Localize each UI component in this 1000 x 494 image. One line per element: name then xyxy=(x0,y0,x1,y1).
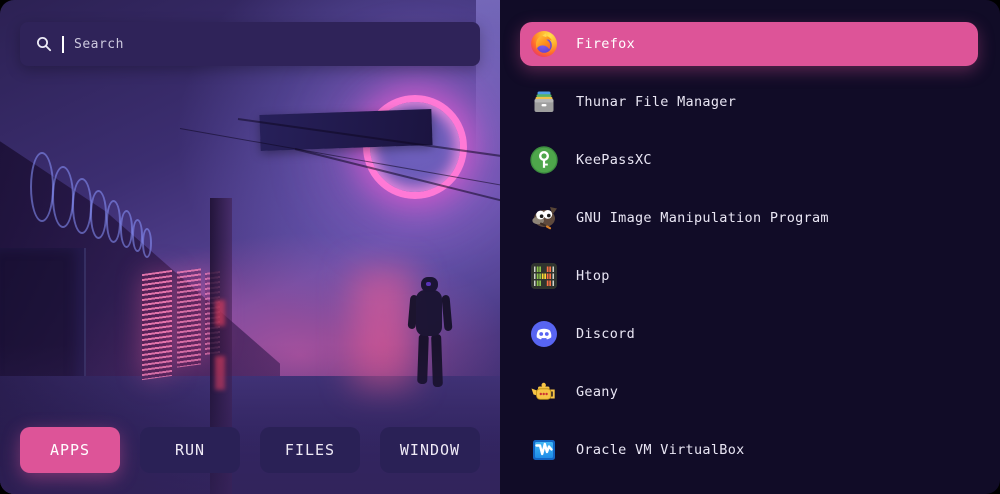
app-launcher-window: APPS RUN FILES WINDOW Firefox Thunar Fil… xyxy=(0,0,1000,494)
neon-ellipse xyxy=(30,152,54,222)
app-label: Thunar File Manager xyxy=(576,94,736,110)
search-input[interactable] xyxy=(74,37,464,52)
app-list-item[interactable]: Thunar File Manager xyxy=(520,80,978,124)
tab-run[interactable]: RUN xyxy=(140,427,240,473)
neon-ellipse xyxy=(90,190,107,239)
virtualbox-icon xyxy=(530,436,558,464)
app-label: Firefox xyxy=(576,36,635,52)
app-label: Discord xyxy=(576,326,635,342)
neon-ellipse xyxy=(72,178,92,234)
tab-label: FILES xyxy=(285,441,335,459)
app-list: Firefox Thunar File Manager KeePassXC GN… xyxy=(500,0,1000,494)
firefox-icon xyxy=(530,30,558,58)
left-panel: APPS RUN FILES WINDOW xyxy=(0,0,500,494)
app-list-item[interactable]: KeePassXC xyxy=(520,138,978,182)
app-label: Oracle VM VirtualBox xyxy=(576,442,745,458)
search-bar xyxy=(20,22,480,66)
geany-icon xyxy=(530,378,558,406)
app-label: GNU Image Manipulation Program xyxy=(576,210,829,226)
discord-icon xyxy=(530,320,558,348)
neon-ellipse xyxy=(120,210,133,248)
app-list-item[interactable]: Firefox xyxy=(520,22,978,66)
building-light-edge xyxy=(476,0,500,170)
app-list-item[interactable]: Geany xyxy=(520,370,978,414)
app-label: KeePassXC xyxy=(576,152,652,168)
gimp-icon xyxy=(530,204,558,232)
tab-bar: APPS RUN FILES WINDOW xyxy=(20,427,480,473)
tab-label: WINDOW xyxy=(400,441,460,459)
neon-ellipse xyxy=(52,166,74,228)
tab-apps[interactable]: APPS xyxy=(20,427,120,473)
app-list-item[interactable]: GNU Image Manipulation Program xyxy=(520,196,978,240)
search-icon xyxy=(36,36,52,52)
wallpaper-scene xyxy=(0,0,500,494)
billboard xyxy=(259,109,432,151)
app-list-item[interactable]: Htop xyxy=(520,254,978,298)
app-list-item[interactable]: Oracle VM VirtualBox xyxy=(520,428,978,472)
tab-window[interactable]: WINDOW xyxy=(380,427,480,473)
htop-icon xyxy=(530,262,558,290)
tab-label: APPS xyxy=(50,441,90,459)
tab-label: RUN xyxy=(175,441,205,459)
neon-ellipse xyxy=(106,200,121,243)
thunar-icon xyxy=(530,88,558,116)
pole-light xyxy=(215,300,225,326)
app-label: Geany xyxy=(576,384,618,400)
tab-files[interactable]: FILES xyxy=(260,427,360,473)
app-list-item[interactable]: Discord xyxy=(520,312,978,356)
keepassxc-icon xyxy=(530,146,558,174)
app-label: Htop xyxy=(576,268,610,284)
text-caret xyxy=(62,36,64,53)
neon-ellipse xyxy=(142,228,152,258)
